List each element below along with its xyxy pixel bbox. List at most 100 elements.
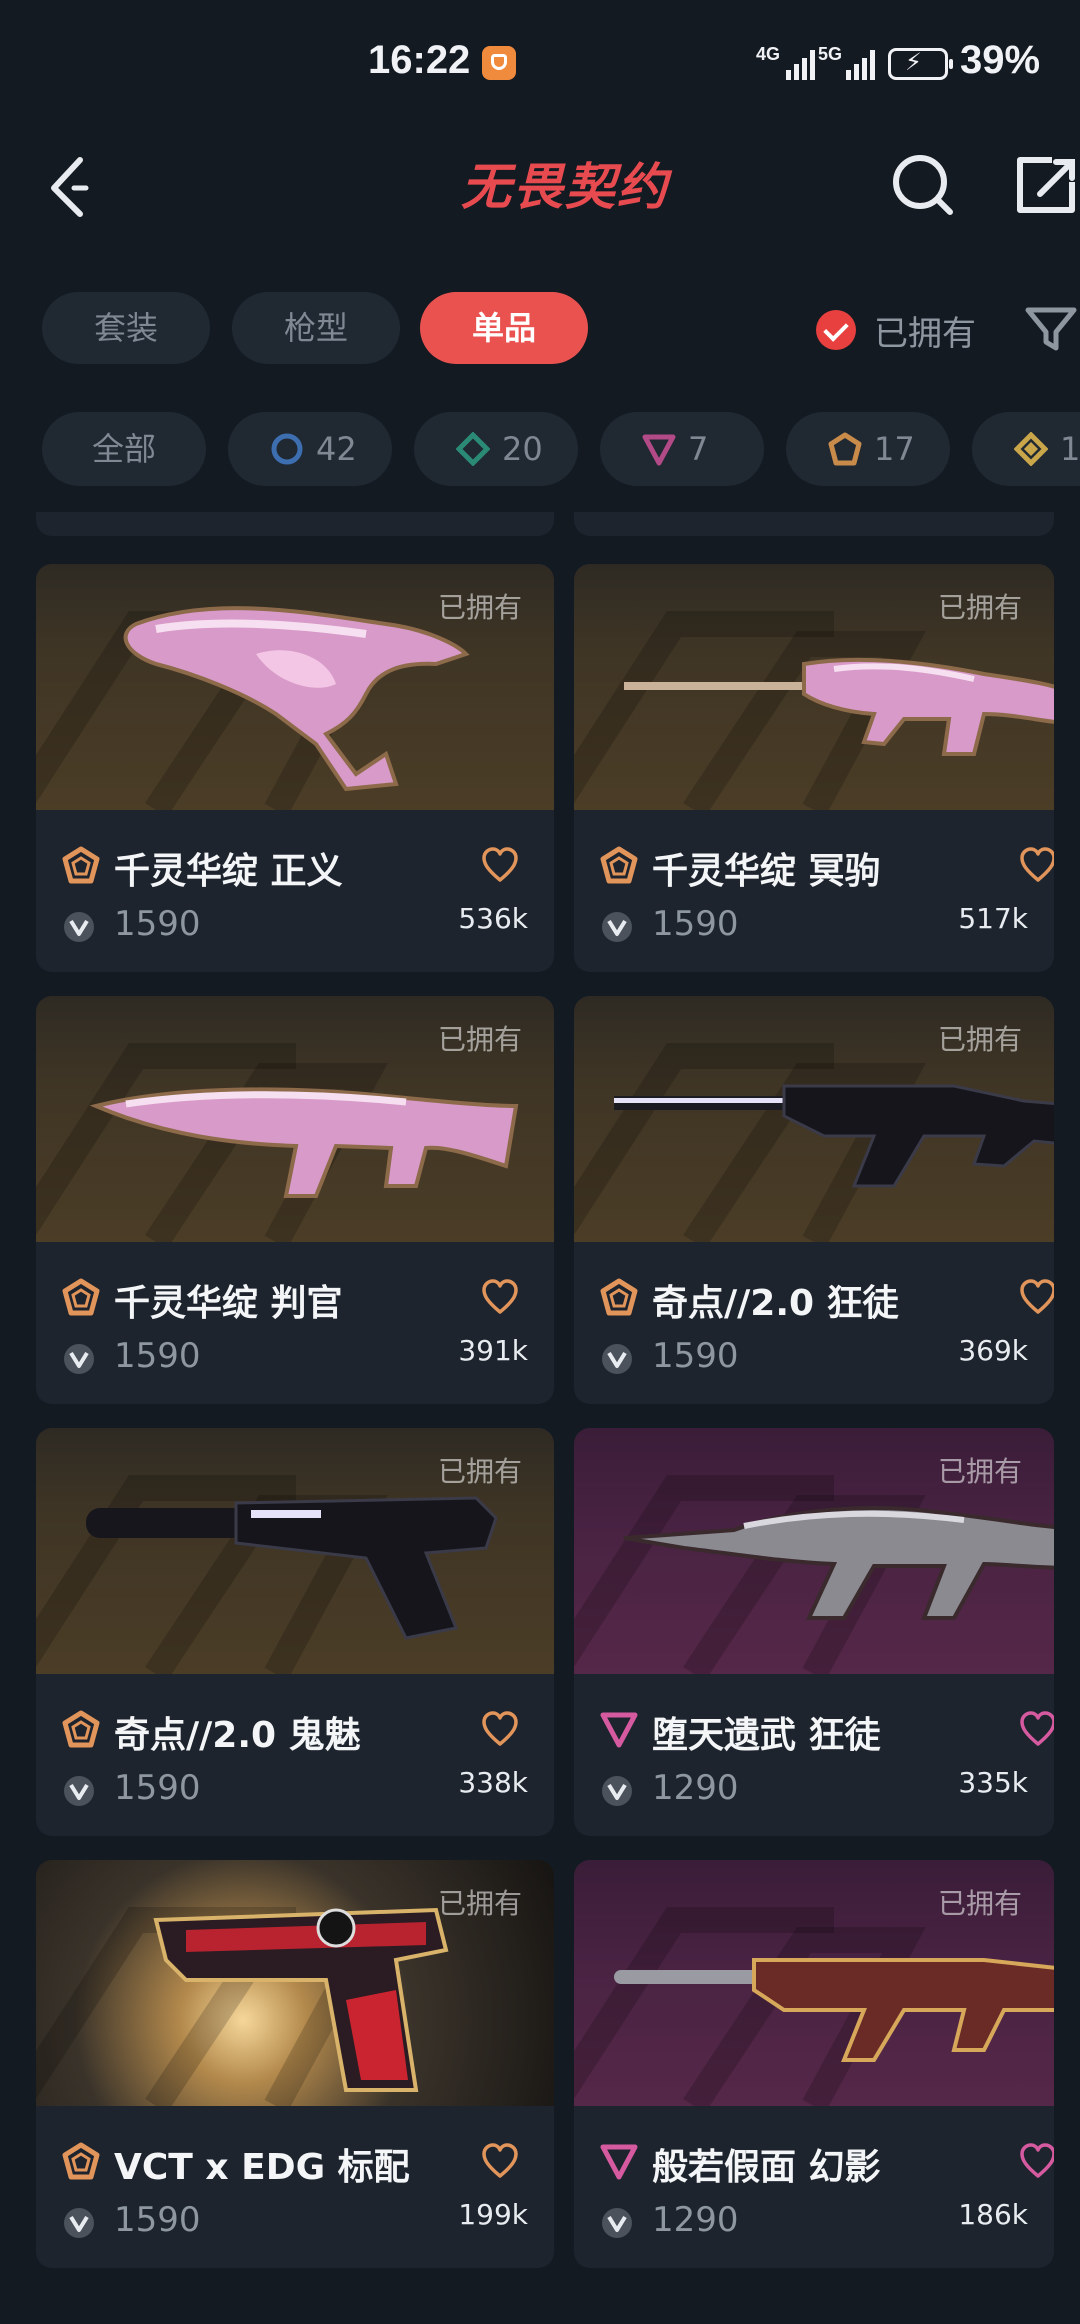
rarity-tier-icon (62, 2142, 100, 2180)
favorite-heart-icon[interactable] (480, 2142, 520, 2180)
likes-count: 517k (958, 902, 1028, 935)
rarity-tier-icon (62, 846, 100, 884)
skin-card[interactable]: 已拥有 千灵华绽 判官 1590 391k (36, 996, 554, 1404)
favorite-heart-icon[interactable] (480, 846, 520, 884)
signal-bars-icon (846, 48, 875, 80)
owned-tag: 已拥有 (437, 1023, 522, 1056)
rarity-chip-all[interactable]: 全部 (42, 412, 206, 486)
skin-image: 已拥有 (574, 1428, 1054, 1674)
likes-count: 199k (458, 2198, 528, 2231)
owned-tag: 已拥有 (437, 1455, 522, 1488)
skin-price: 1590 (114, 2200, 201, 2240)
skin-price: 1590 (114, 1336, 201, 1376)
signal-bars-icon (786, 48, 815, 80)
search-icon (893, 155, 953, 215)
rarity-filter-row: 全部 42 20 7 17 1 (0, 412, 1080, 486)
skin-name: VCT x EDG 标配 (114, 2147, 410, 2188)
favorite-heart-icon[interactable] (480, 1710, 520, 1748)
skin-image: 已拥有 (36, 1428, 554, 1674)
previous-card-edge (36, 512, 554, 536)
likes-count: 536k (458, 902, 528, 935)
valorant-points-icon (64, 912, 94, 942)
rarity-chip-select[interactable]: 42 (228, 412, 392, 486)
rarity-chip-premium[interactable]: 7 (600, 412, 764, 486)
valorant-points-icon (64, 1344, 94, 1374)
skin-card[interactable]: 已拥有 千灵华绽 正义 1590 536k (36, 564, 554, 972)
skin-card[interactable]: 已拥有奇点//2.0 鬼魅 1590 338k (36, 1428, 554, 1836)
likes-count: 338k (458, 1766, 528, 1799)
skin-name: 千灵华绽 正义 (114, 851, 343, 892)
previous-card-edge (574, 512, 1054, 536)
skin-card[interactable]: 已拥有奇点//2.0 狂徒 1590 369k (574, 996, 1054, 1404)
owned-filter-label[interactable]: 已拥有 (874, 306, 976, 355)
exclusive-tier-icon (828, 432, 862, 466)
skin-card[interactable]: 已拥有 VCT x EDG 标配 1590 199k (36, 1860, 554, 2268)
valorant-points-icon (64, 2208, 94, 2238)
valorant-points-icon (602, 912, 632, 942)
skin-grid: 已拥有 千灵华绽 正义 1590 536k 已拥有 千灵华绽 冥驹 1590 517k 已拥有千… (0, 512, 1080, 2324)
chevron-left-icon (51, 157, 89, 217)
filter-funnel-icon (1025, 307, 1077, 351)
rarity-chip-ultra[interactable]: 1 (972, 412, 1080, 486)
share-button[interactable] (1012, 148, 1080, 218)
skin-image: 已拥有 (574, 564, 1054, 810)
rarity-tier-icon (600, 1712, 638, 1748)
rarity-chip-exclusive[interactable]: 17 (786, 412, 950, 486)
rarity-tier-icon (62, 1710, 100, 1748)
likes-count: 335k (958, 1766, 1028, 1799)
skin-card[interactable]: 已拥有 千灵华绽 冥驹 1590 517k (574, 564, 1054, 972)
favorite-heart-icon[interactable] (1018, 846, 1054, 884)
back-button[interactable] (40, 150, 110, 220)
skin-price: 1590 (114, 1768, 201, 1808)
rarity-chip-deluxe[interactable]: 20 (414, 412, 578, 486)
tab-weapon-type[interactable]: 枪型 (232, 292, 400, 364)
rarity-tier-icon (600, 2144, 638, 2180)
skin-image: 已拥有 (574, 1860, 1054, 2106)
top-nav-bar: 无畏契约 (0, 130, 1080, 250)
search-button[interactable] (888, 148, 958, 218)
skin-image: 已拥有 (36, 996, 554, 1242)
valorant-points-icon (602, 2208, 632, 2238)
skin-name: 般若假面 幻影 (652, 2147, 881, 2188)
share-icon (1017, 157, 1075, 213)
skin-name: 奇点//2.0 鬼魅 (114, 1715, 361, 1756)
owned-tag: 已拥有 (937, 1455, 1022, 1488)
category-tabs: 套装 枪型 单品 已拥有 (0, 292, 1080, 364)
select-tier-icon (271, 433, 303, 465)
ultra-tier-icon (1014, 432, 1048, 466)
owned-tag: 已拥有 (937, 1023, 1022, 1056)
skin-price: 1590 (652, 904, 739, 944)
skin-name: 奇点//2.0 狂徒 (652, 1283, 899, 1324)
filter-button[interactable] (1022, 302, 1080, 356)
skin-image: 已拥有 (36, 564, 554, 810)
rarity-tier-icon (600, 1278, 638, 1316)
owned-tag: 已拥有 (937, 1887, 1022, 1920)
skin-image: 已拥有 (574, 996, 1054, 1242)
battery-percent: 39% (960, 38, 1041, 82)
notification-icon (482, 46, 516, 80)
game-logo-title: 无畏契约 (461, 158, 669, 216)
rarity-tier-icon (62, 1278, 100, 1316)
network-5g-label: 5G (818, 44, 843, 64)
favorite-heart-icon[interactable] (1018, 1710, 1054, 1748)
skin-card[interactable]: 已拥有 堕天遗武 狂徒 1290 335k (574, 1428, 1054, 1836)
battery-icon: ⚡ (888, 48, 953, 80)
skin-card[interactable]: 已拥有 般若假面 幻影 1290 186k (574, 1860, 1054, 2268)
premium-tier-icon (642, 434, 676, 466)
skin-name: 堕天遗武 狂徒 (652, 1715, 881, 1756)
network-4g-label: 4G (756, 44, 781, 64)
favorite-heart-icon[interactable] (1018, 2142, 1054, 2180)
likes-count: 391k (458, 1334, 528, 1367)
tab-single-item[interactable]: 单品 (420, 292, 588, 364)
skin-image: 已拥有 (36, 1860, 554, 2106)
tab-bundle[interactable]: 套装 (42, 292, 210, 364)
favorite-heart-icon[interactable] (480, 1278, 520, 1316)
owned-checkbox[interactable] (816, 310, 856, 350)
likes-count: 186k (958, 2198, 1028, 2231)
valorant-points-icon (64, 1776, 94, 1806)
valorant-points-icon (602, 1344, 632, 1374)
favorite-heart-icon[interactable] (1018, 1278, 1054, 1316)
status-bar: 16:22 4G 5G ⚡ 39% (0, 0, 1080, 130)
skin-price: 1590 (652, 1336, 739, 1376)
likes-count: 369k (958, 1334, 1028, 1367)
